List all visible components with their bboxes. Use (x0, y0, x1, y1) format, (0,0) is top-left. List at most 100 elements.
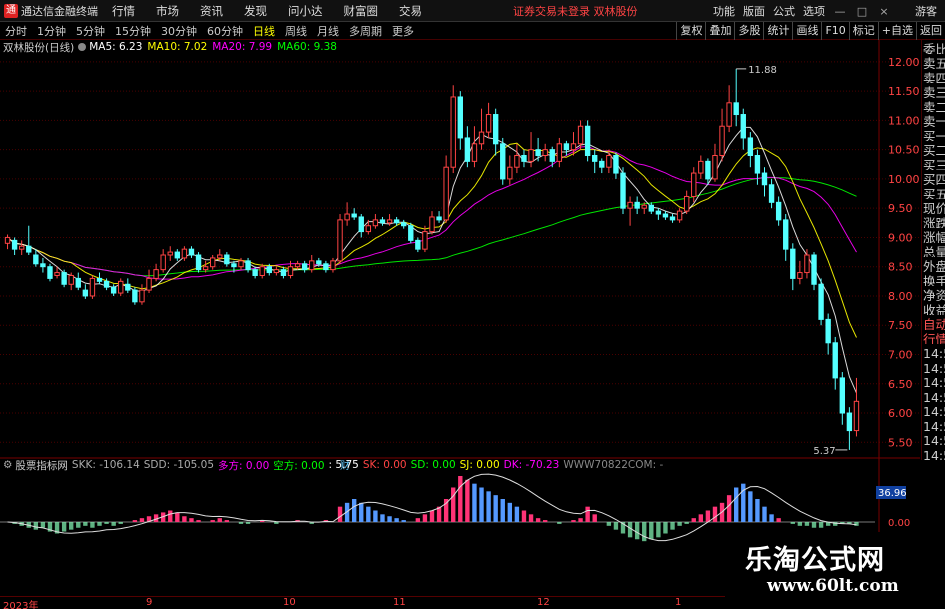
indicator-bar (634, 522, 640, 540)
maximize-icon[interactable]: □ (855, 5, 869, 18)
indicator-bar (196, 520, 201, 522)
side-tab[interactable]: 14:56 (922, 359, 945, 373)
menu-layout[interactable]: 版面 (743, 3, 765, 19)
period-60min[interactable]: 60分钟 (205, 23, 245, 39)
menu-options[interactable]: 选项 (803, 3, 825, 19)
side-tab[interactable]: 卖三 (922, 83, 945, 97)
btn-multi-stock[interactable]: 多股 (734, 22, 763, 40)
menu-discover[interactable]: 发现 (244, 3, 267, 19)
indicator-bar (691, 518, 696, 522)
top-right-menu: 功能 版面 公式 选项 — □ × 游客 (709, 0, 945, 22)
side-tab[interactable]: 买二 (922, 141, 945, 155)
btn-overlay[interactable]: 叠加 (705, 22, 734, 40)
menu-ask[interactable]: 问小达 (288, 3, 323, 19)
price-tick-label: 11.50 (888, 85, 920, 98)
menu-wealth[interactable]: 财富圈 (344, 3, 379, 19)
side-tab[interactable]: 行情 (922, 330, 945, 344)
btn-f10[interactable]: F10 (821, 22, 848, 40)
side-tab[interactable]: 14:56 (922, 417, 945, 431)
indicator-bar (592, 514, 597, 522)
indicator-name[interactable]: 股票指标网 (15, 458, 68, 473)
indicator-bar (394, 518, 399, 522)
btn-adjust[interactable]: 复权 (676, 22, 705, 40)
settings-dot-icon[interactable] (78, 43, 87, 51)
candle-body (344, 213, 350, 221)
side-tab[interactable]: 14:56 (922, 344, 945, 358)
indicator-bar (649, 522, 654, 540)
period-intraday[interactable]: 分时 (3, 23, 29, 39)
side-tab[interactable]: 自动 (922, 315, 945, 329)
candle-body (556, 143, 563, 162)
candle-body (464, 137, 471, 162)
guest-label[interactable]: 游客 (915, 3, 937, 19)
indicator-bar (542, 520, 548, 522)
side-tab[interactable]: 14:56 (922, 373, 945, 387)
candle-body (415, 239, 421, 250)
side-tab[interactable]: 卖一 (922, 112, 945, 126)
side-tab[interactable]: 卖五 (922, 54, 945, 68)
period-30min[interactable]: 30分钟 (159, 23, 199, 39)
side-tab[interactable]: 总量 (922, 243, 945, 257)
side-tab[interactable]: 委比 (922, 40, 945, 54)
side-tab[interactable]: 买一 (922, 127, 945, 141)
indicator-bar (97, 522, 102, 526)
menu-quotes[interactable]: 行情 (112, 3, 135, 19)
side-tab[interactable]: 换手 (922, 272, 945, 286)
ma5-label: MA5: 6.23 (89, 41, 143, 53)
period-15min[interactable]: 15分钟 (113, 23, 153, 39)
btn-draw[interactable]: 画线 (792, 22, 821, 40)
indicator-bar (585, 506, 590, 522)
price-tick-label: 8.50 (888, 261, 913, 274)
close-icon[interactable]: × (877, 5, 891, 18)
period-daily[interactable]: 日线 (251, 23, 277, 39)
side-tab[interactable]: 涨跌 (922, 214, 945, 228)
side-tab[interactable]: 卖二 (922, 98, 945, 112)
btn-add-watchlist[interactable]: +自选 (877, 22, 916, 40)
btn-back[interactable]: 返回 (916, 22, 945, 40)
side-tab[interactable]: 买三 (922, 156, 945, 170)
side-tab[interactable]: 14:56 (922, 446, 945, 460)
indicator-bar (748, 491, 753, 522)
date-label: 12 (537, 597, 550, 608)
side-tab[interactable]: 净资 (922, 286, 945, 300)
menu-market[interactable]: 市场 (156, 3, 179, 19)
menu-trade[interactable]: 交易 (399, 3, 422, 19)
candle-body (316, 260, 322, 265)
candle-body (754, 155, 761, 174)
candle-body (712, 155, 718, 180)
login-notice[interactable]: 证券交易未登录 双林股份 (513, 3, 638, 19)
price-tick-label: 10.50 (888, 144, 920, 157)
period-multi[interactable]: 多周期 (347, 23, 384, 39)
menu-formula[interactable]: 公式 (773, 3, 795, 19)
indicator-bar (458, 476, 463, 522)
candle-body (641, 204, 647, 209)
side-tab[interactable]: 14:56 (922, 431, 945, 445)
period-1min[interactable]: 1分钟 (35, 23, 68, 39)
indicator-gear-icon[interactable]: ⚙ (3, 459, 12, 471)
side-tab[interactable]: 收益 (922, 301, 945, 315)
indicator-bar (189, 518, 194, 522)
candle-body (775, 201, 782, 221)
btn-mark[interactable]: 标记 (848, 22, 878, 40)
candle-body (174, 251, 181, 259)
side-tab[interactable]: 买四 (922, 170, 945, 184)
menu-function[interactable]: 功能 (713, 3, 735, 19)
side-tab[interactable]: 卖四 (922, 69, 945, 83)
kline-chart[interactable]: 12.00 11.50 11.00 10.50 10.00 9.50 9.00 8.50 8.0… (0, 40, 920, 596)
side-tab[interactable]: 涨幅 (922, 228, 945, 242)
price-tick-label: 9.00 (888, 231, 913, 244)
minimize-icon[interactable]: — (833, 5, 847, 18)
side-tab[interactable]: 14:56 (922, 402, 945, 416)
side-tab[interactable]: 外盘 (922, 257, 945, 271)
side-tab[interactable]: 14:56 (922, 388, 945, 402)
btn-stats[interactable]: 统计 (763, 22, 792, 40)
side-tab[interactable]: 买五 (922, 185, 945, 199)
period-weekly[interactable]: 周线 (283, 23, 309, 39)
period-monthly[interactable]: 月线 (315, 23, 341, 39)
candle-body (217, 254, 223, 259)
period-5min[interactable]: 5分钟 (74, 23, 107, 39)
menu-news[interactable]: 资讯 (200, 3, 223, 19)
menu-bar: 通 通达信金融终端 行情 市场 资讯 发现 问小达 财富圈 交易 证券交易未登录… (0, 0, 945, 22)
period-more[interactable]: 更多 (390, 23, 416, 39)
side-tab[interactable]: 现价 (922, 199, 945, 213)
